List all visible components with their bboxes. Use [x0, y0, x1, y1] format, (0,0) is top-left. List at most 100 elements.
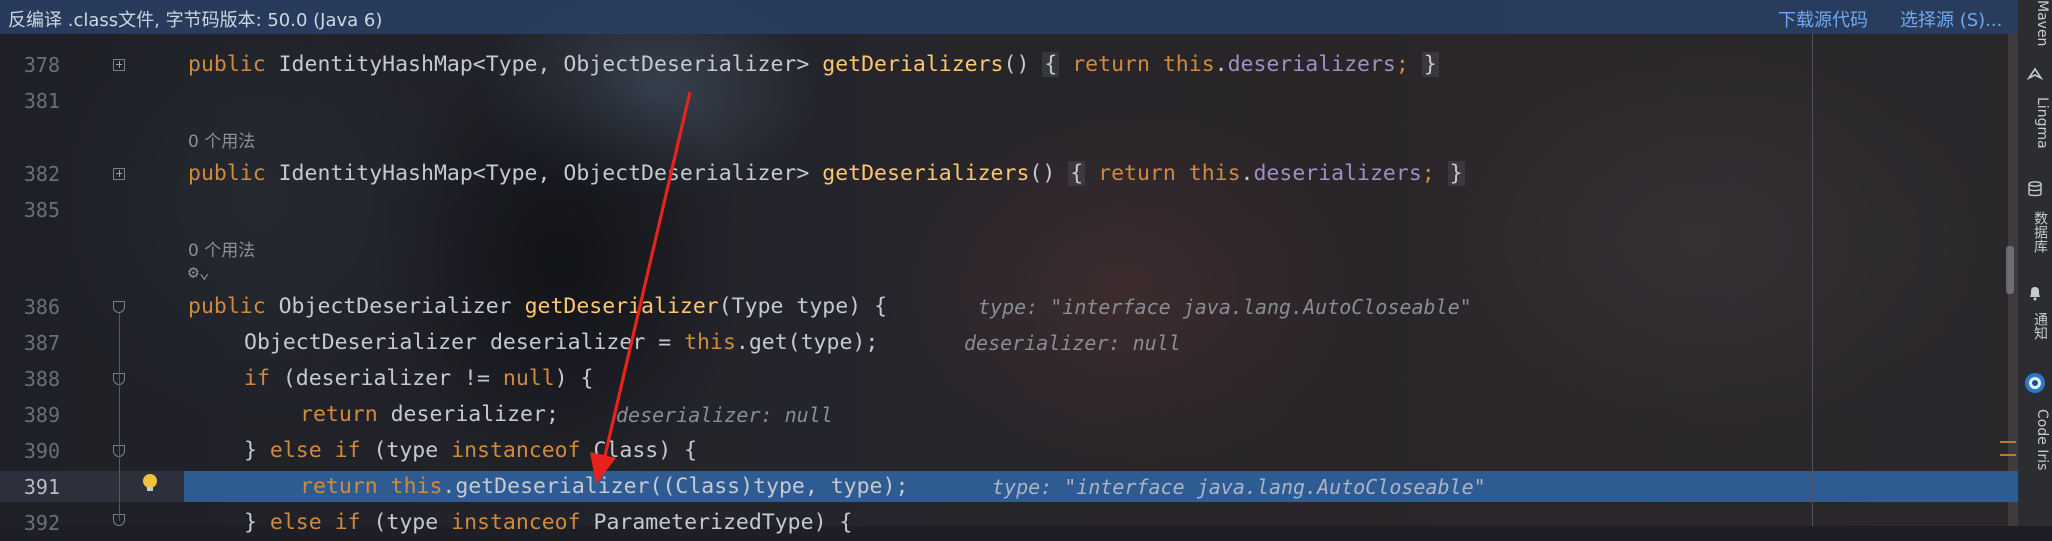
vertical-scrollbar-thumb[interactable]	[2006, 246, 2014, 294]
code-text: .	[1214, 52, 1228, 77]
bell-icon	[2030, 287, 2040, 301]
tool-lingma[interactable]: Lingma	[2020, 90, 2050, 156]
lightbulb-icon[interactable]	[143, 474, 157, 491]
code-line-391-current[interactable]: return this.getDeserializer((Class)type,…	[300, 469, 908, 505]
code-text: .get(type);	[735, 330, 879, 355]
line-number[interactable]: 382	[0, 156, 60, 192]
folded-brace: {	[1042, 52, 1060, 77]
code-iris-icon	[2025, 373, 2045, 393]
code-text: ;	[1395, 52, 1422, 77]
keyword: else	[269, 510, 322, 535]
keyword: if	[334, 510, 361, 535]
code-text: ObjectDeserializer deserializer =	[244, 330, 685, 355]
field-name: deserializers	[1227, 52, 1396, 77]
code-text: ParameterizedType) {	[580, 510, 853, 535]
fold-expand-icon[interactable]	[113, 168, 125, 180]
debug-value-hint: type: "interface java.lang.AutoCloseable…	[978, 295, 1472, 319]
code-line-386[interactable]: public ObjectDeserializer getDeserialize…	[188, 289, 887, 325]
keyword: if	[334, 438, 361, 463]
folded-brace: }	[1421, 52, 1439, 77]
database-icon	[2028, 181, 2042, 197]
download-sources-link[interactable]: 下载源代码	[1778, 6, 1868, 32]
code-line-382[interactable]: public IdentityHashMap<Type, ObjectDeser…	[188, 156, 1465, 192]
method-name: getDeserializer	[524, 294, 719, 319]
code-text: IdentityHashMap<Type, ObjectDeserializer…	[265, 52, 823, 77]
banner-text: 反编译 .class文件, 字节码版本: 50.0 (Java 6)	[8, 10, 383, 31]
tool-code-iris[interactable]: Code Iris	[2020, 400, 2050, 480]
scrollbar-marker[interactable]	[2000, 454, 2016, 456]
folded-brace: }	[1447, 161, 1465, 186]
code-text: ()	[1003, 52, 1043, 77]
line-number[interactable]: 378	[0, 47, 60, 83]
field-name: deserializers	[1253, 161, 1422, 186]
tool-database[interactable]: 数据库	[2020, 204, 2050, 260]
debug-value-hint: deserializer: null	[616, 403, 833, 427]
debug-value-hint: deserializer: null	[964, 331, 1181, 355]
tool-maven[interactable]: Maven	[2020, 0, 2050, 46]
lingma-icon	[2026, 67, 2044, 81]
fold-expand-icon[interactable]	[113, 59, 125, 71]
usage-hint[interactable]: 0 个用法	[188, 127, 255, 152]
keyword: public	[188, 52, 266, 77]
code-text: (type	[360, 438, 452, 463]
code-text: }	[244, 438, 270, 463]
keyword: instanceof	[451, 510, 581, 535]
keyword: this	[390, 474, 443, 499]
keyword: return	[1059, 52, 1163, 77]
line-number[interactable]: 392	[0, 505, 60, 541]
debug-value-hint: type: "interface java.lang.AutoCloseable…	[992, 475, 1486, 499]
scrollbar-marker[interactable]	[2000, 441, 2016, 443]
code-text: ()	[1029, 161, 1069, 186]
code-text: .	[1240, 161, 1254, 186]
choose-sources-link[interactable]: 选择源 (S)...	[1900, 6, 2002, 32]
code-text: Class) {	[580, 438, 698, 463]
code-line-378[interactable]: public IdentityHashMap<Type, ObjectDeser…	[188, 47, 1439, 83]
method-name: getDeserializers	[822, 161, 1030, 186]
code-line-390[interactable]: } else if (type instanceof Class) {	[244, 433, 697, 469]
line-number[interactable]: 386	[0, 289, 60, 325]
keyword: public	[188, 294, 266, 319]
keyword: else	[269, 438, 322, 463]
line-number[interactable]: 385	[0, 192, 60, 228]
code-text: (type	[360, 510, 452, 535]
keyword: this	[1188, 161, 1241, 186]
code-text: }	[244, 510, 270, 535]
keyword: instanceof	[451, 438, 581, 463]
code-text: ;	[1421, 161, 1448, 186]
code-text: .getDeserializer((Class)type, type);	[442, 474, 909, 499]
line-number[interactable]: 381	[0, 83, 60, 119]
line-number[interactable]: 390	[0, 433, 60, 469]
keyword: public	[188, 161, 266, 186]
code-line-392[interactable]: } else if (type instanceof Parameterized…	[244, 505, 852, 541]
usage-hint[interactable]: 0 个用法	[188, 236, 255, 261]
code-line-387[interactable]: ObjectDeserializer deserializer = this.g…	[244, 325, 878, 361]
keyword: return	[1085, 161, 1189, 186]
fold-collapse-icon[interactable]	[113, 301, 125, 313]
right-margin-guide	[1812, 34, 1813, 526]
keyword: null	[502, 366, 555, 391]
code-line-389[interactable]: return deserializer;	[300, 397, 559, 433]
keyword: this	[684, 330, 736, 355]
keyword: return	[300, 402, 378, 427]
tool-notifications[interactable]: 通知	[2020, 306, 2050, 346]
keyword: this	[1162, 52, 1215, 77]
keyword: return	[300, 474, 378, 499]
code-text: ) {	[554, 366, 594, 391]
ai-assistant-icon[interactable]: ⚙⌄	[188, 262, 210, 283]
keyword: if	[244, 366, 270, 391]
code-text: IdentityHashMap<Type, ObjectDeserializer…	[265, 161, 823, 186]
decompiled-banner: 反编译 .class文件, 字节码版本: 50.0 (Java 6) 下载源代码…	[0, 0, 2018, 34]
line-number[interactable]: 389	[0, 397, 60, 433]
code-text: (deserializer !=	[269, 366, 503, 391]
code-text: (Type type) {	[718, 294, 888, 319]
line-number[interactable]: 388	[0, 361, 60, 397]
code-text: ObjectDeserializer	[265, 294, 525, 319]
line-number[interactable]: 387	[0, 325, 60, 361]
code-line-388[interactable]: if (deserializer != null) {	[244, 361, 594, 397]
code-text: deserializer;	[377, 402, 559, 427]
fold-guide	[119, 313, 120, 521]
line-number-current[interactable]: 391	[0, 469, 60, 505]
